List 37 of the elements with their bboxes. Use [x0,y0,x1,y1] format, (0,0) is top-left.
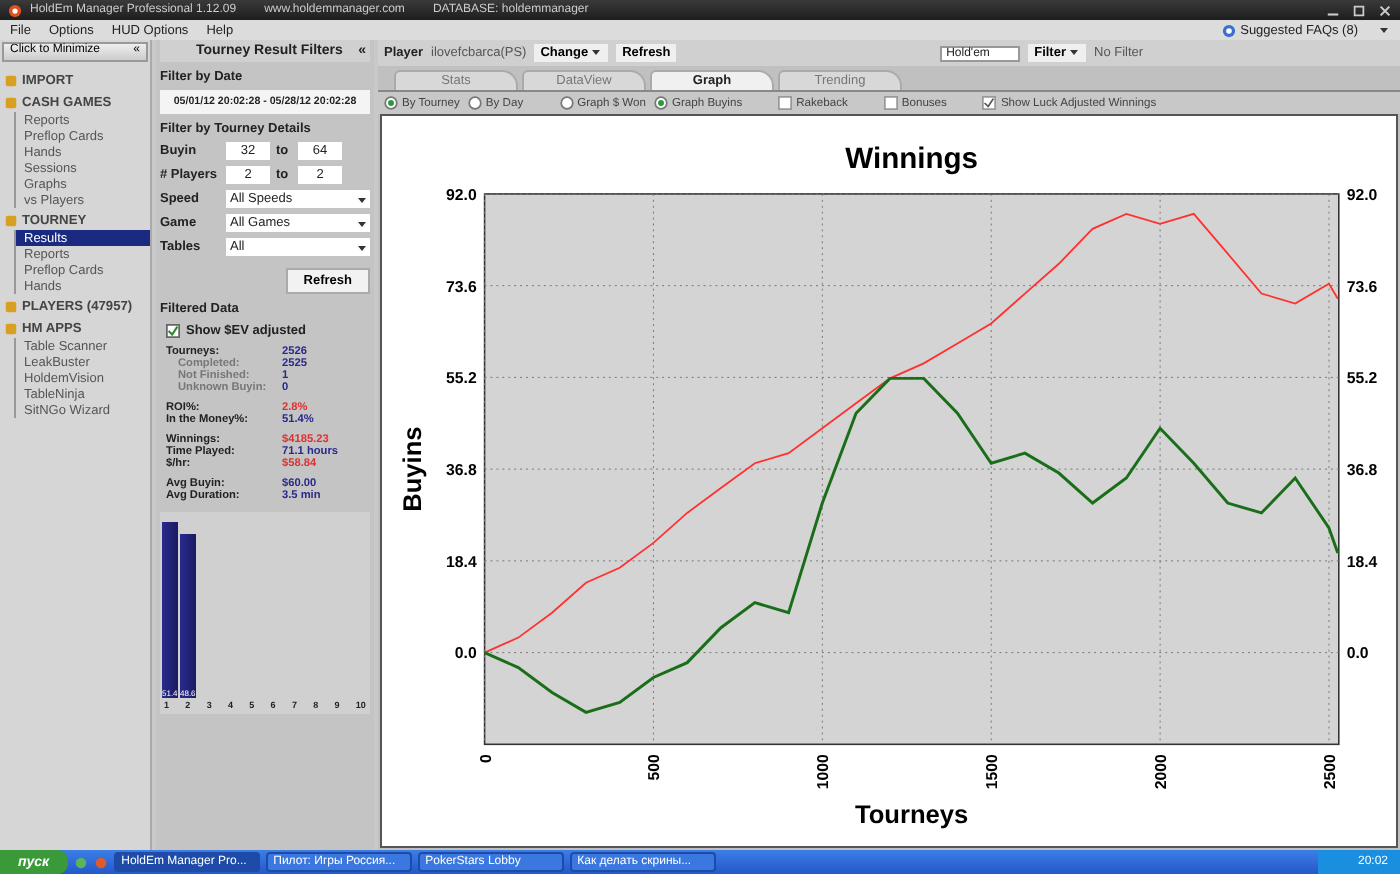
x-tick-label: 0 [476,754,495,763]
radio-button[interactable] [467,96,482,110]
x-tick-label: 2500 [1320,754,1339,790]
help-icon [1222,23,1237,37]
y-tick-label: 92.0 [1346,185,1378,204]
x-tick-label: 1500 [983,754,1002,790]
checkbox[interactable] [883,96,898,110]
close-icon[interactable] [1378,3,1392,17]
y-tick-label: 36.8 [1346,461,1378,480]
radio-button[interactable] [653,96,668,110]
caret-icon [1068,46,1080,59]
y-tick-label: 73.6 [1346,277,1378,296]
checkbox[interactable] [778,96,793,110]
section-icon [4,214,18,228]
y-axis-label: Buyins [397,426,428,512]
x-tick-label: 2000 [1152,754,1171,790]
y-tick-label: 36.8 [446,461,477,480]
caret-icon[interactable] [1378,24,1390,36]
checkbox[interactable] [166,324,180,338]
y-tick-label: 0.0 [1346,644,1369,663]
chart-title: Winnings [845,144,979,177]
y-tick-label: 18.4 [446,552,477,571]
radio-button[interactable] [384,96,398,110]
maximize-icon[interactable] [1352,3,1366,17]
y-tick-label: 55.2 [446,369,477,388]
checkbox[interactable] [982,96,997,110]
y-tick-label: 92.0 [446,185,477,204]
y-tick-label: 18.4 [1346,552,1378,571]
y-tick-label: 0.0 [454,644,477,663]
y-tick-label: 55.2 [1346,369,1378,388]
app-icon [8,3,22,17]
radio-button[interactable] [559,96,574,110]
caret-icon [590,46,603,59]
x-tick-label: 500 [645,754,664,781]
x-axis-label: Tourneys [854,799,969,830]
y-tick-label: 73.6 [446,277,477,296]
x-tick-label: 1000 [814,754,833,790]
